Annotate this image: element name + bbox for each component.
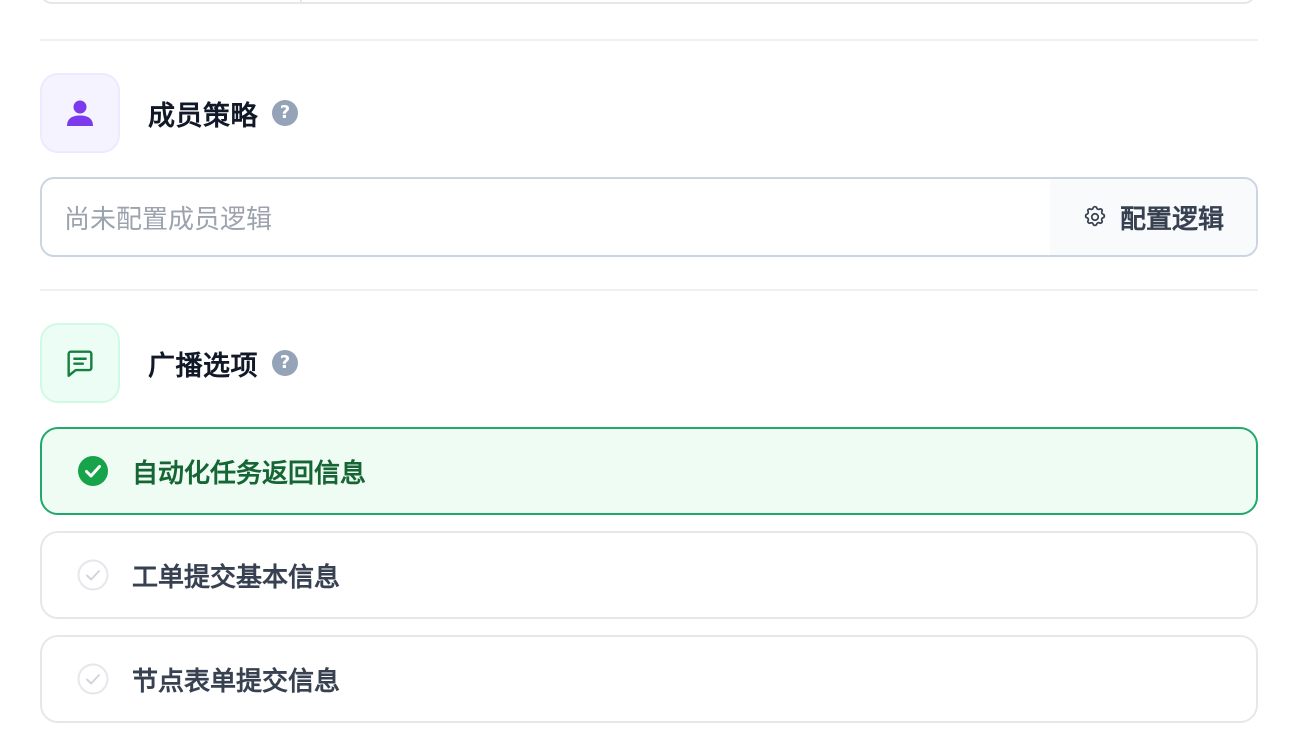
broadcast-badge: [40, 323, 120, 403]
member-logic-field: 尚未配置成员逻辑 配置逻辑: [40, 177, 1258, 257]
message-square-icon: [67, 350, 93, 377]
field-divider: [300, 0, 302, 2]
configure-logic-label: 配置逻辑: [1119, 204, 1224, 235]
configure-logic-button[interactable]: 配置逻辑: [1050, 179, 1256, 255]
help-icon[interactable]: ?: [272, 350, 298, 376]
check-circle-filled-icon: [76, 454, 110, 488]
broadcast-option[interactable]: 自动化任务返回信息: [40, 427, 1258, 515]
user-icon: [67, 100, 93, 126]
broadcast-title: 广播选项: [148, 350, 258, 382]
broadcast-option[interactable]: 节点表单提交信息: [40, 635, 1258, 723]
member-strategy-badge: [40, 73, 120, 153]
gear-icon: [1084, 205, 1106, 227]
broadcast-option-label: 节点表单提交信息: [132, 666, 341, 697]
broadcast-option-label: 自动化任务返回信息: [132, 458, 367, 489]
broadcast-header: 广播选项 ?: [148, 343, 298, 383]
section-divider: [40, 39, 1258, 41]
section-divider: [40, 289, 1258, 291]
broadcast-option-label: 工单提交基本信息: [132, 562, 341, 593]
previous-field-remnant: [40, 0, 1256, 4]
check-circle-outline-icon: [76, 558, 110, 592]
help-icon[interactable]: ?: [272, 100, 298, 126]
member-logic-placeholder[interactable]: 尚未配置成员逻辑: [42, 179, 1050, 255]
workflow-settings-panel: 成员策略 ? 尚未配置成员逻辑 配置逻辑 广播选项 ? 自动化任务返回信息 工单…: [0, 0, 1298, 738]
broadcast-option[interactable]: 工单提交基本信息: [40, 531, 1258, 619]
check-circle-outline-icon: [76, 662, 110, 696]
member-strategy-header: 成员策略 ?: [148, 93, 298, 133]
member-strategy-title: 成员策略: [148, 100, 258, 132]
